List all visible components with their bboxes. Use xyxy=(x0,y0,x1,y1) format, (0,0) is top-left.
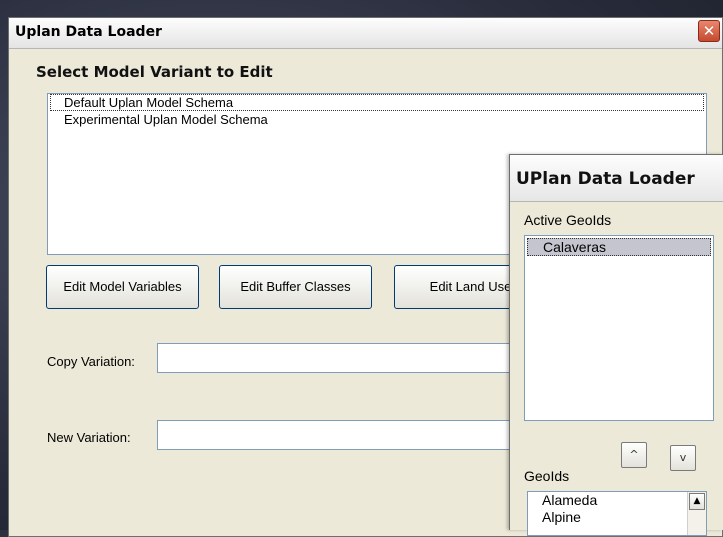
arrow-up-icon: ▲ xyxy=(693,496,701,506)
close-icon: ✕ xyxy=(702,22,716,40)
list-item[interactable]: Alameda xyxy=(528,492,706,509)
scrollbar[interactable]: ▲ xyxy=(687,492,706,535)
geoids-list[interactable]: Alameda Alpine ▲ xyxy=(527,491,707,536)
copy-variation-field[interactable] xyxy=(157,343,527,373)
section-title: Select Model Variant to Edit xyxy=(36,63,273,81)
move-down-button[interactable]: v xyxy=(670,445,696,471)
scroll-up-button[interactable]: ▲ xyxy=(689,493,705,510)
dialog-title-bar: UPlan Data Loader xyxy=(510,155,723,202)
chevron-down-icon: v xyxy=(679,451,687,464)
active-geoids-label: Active GeoIds xyxy=(524,212,612,228)
list-item[interactable]: Calaveras xyxy=(527,238,711,256)
new-variation-field[interactable] xyxy=(157,420,527,450)
edit-model-variables-button[interactable]: Edit Model Variables xyxy=(46,265,199,309)
copy-variation-label: Copy Variation: xyxy=(47,354,135,369)
title-bar: Uplan Data Loader ✕ xyxy=(9,18,722,49)
active-geoids-list[interactable]: Calaveras xyxy=(524,235,714,421)
chevron-up-icon: ^ xyxy=(629,448,639,461)
close-button[interactable]: ✕ xyxy=(698,20,720,42)
geoids-dialog: UPlan Data Loader Active GeoIds Calavera… xyxy=(509,154,723,536)
geoids-label: GeoIds xyxy=(524,468,570,484)
list-item[interactable]: Default Uplan Model Schema xyxy=(50,94,704,111)
list-item[interactable]: Experimental Uplan Model Schema xyxy=(48,111,706,128)
new-variation-label: New Variation: xyxy=(47,430,131,445)
edit-buffer-classes-button[interactable]: Edit Buffer Classes xyxy=(219,265,372,309)
move-up-button[interactable]: ^ xyxy=(621,442,647,468)
list-item[interactable]: Alpine xyxy=(528,509,706,526)
window-title: Uplan Data Loader xyxy=(15,24,162,40)
dialog-title: UPlan Data Loader xyxy=(516,169,695,189)
